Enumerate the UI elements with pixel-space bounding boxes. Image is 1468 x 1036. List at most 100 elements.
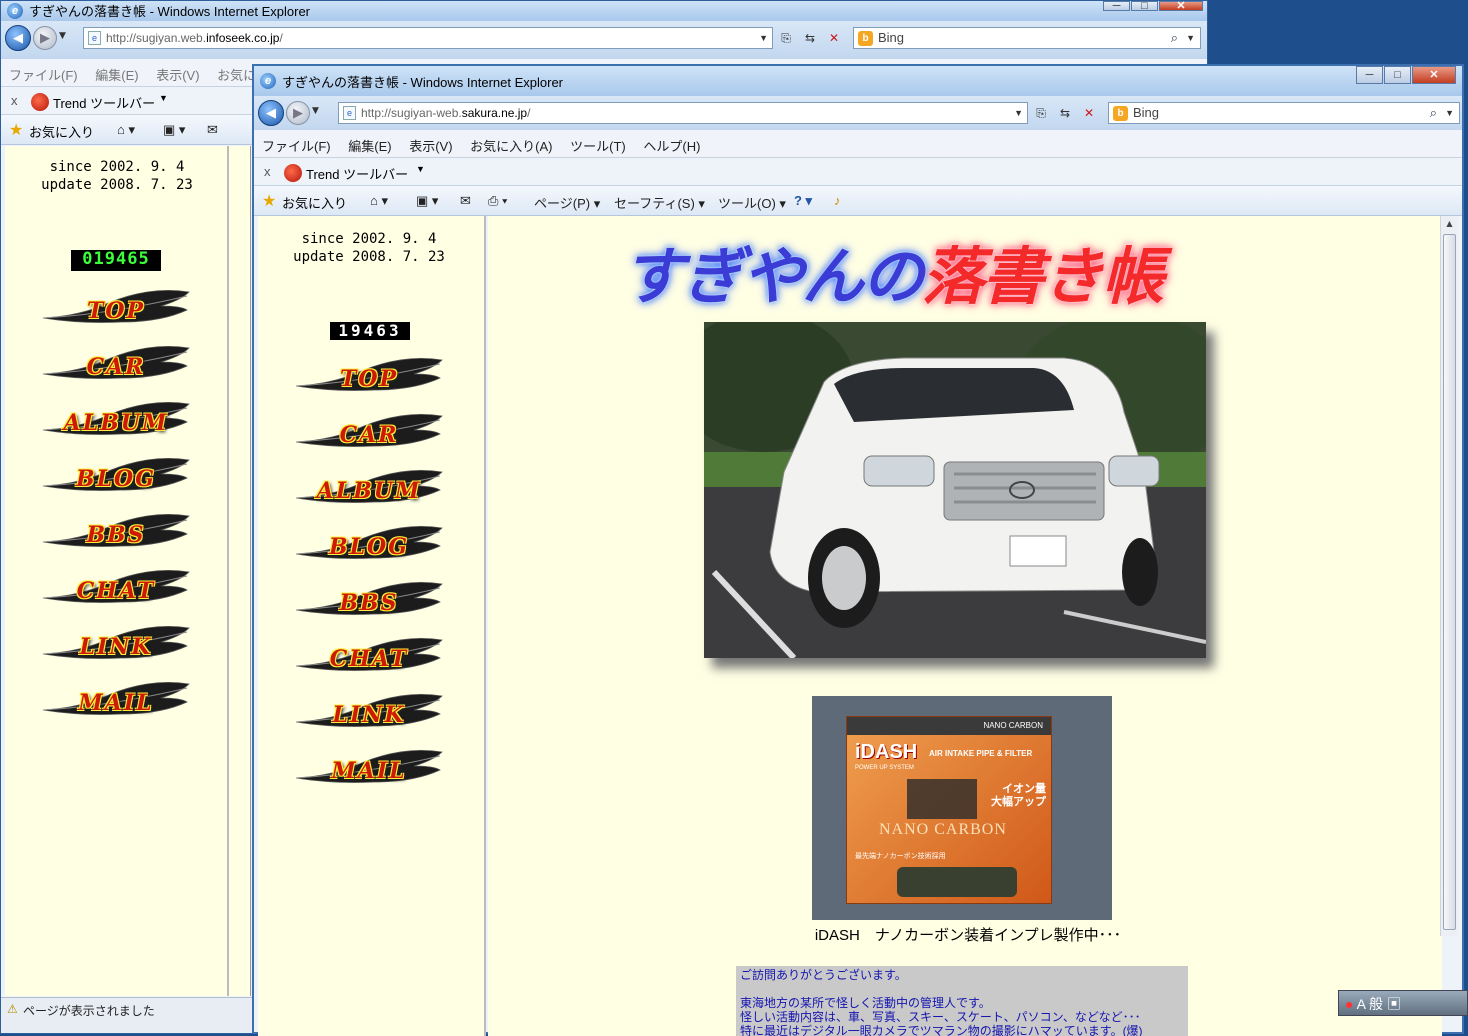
- page-menu-label: ページ(P): [534, 196, 591, 211]
- chevron-down-icon[interactable]: ▼: [312, 106, 319, 116]
- favorites-label[interactable]: お気に入り: [29, 122, 94, 141]
- star-icon[interactable]: ★: [262, 191, 276, 211]
- refresh-icon[interactable]: ⇆: [801, 29, 819, 47]
- safety-menu[interactable]: セーフティ(S) ▾: [614, 193, 705, 212]
- front-menu-bar: ファイル(F) 編集(E) 表示(V) お気に入り(A) ツール(T) ヘルプ(…: [254, 130, 1462, 158]
- stop-icon[interactable]: ✕: [825, 29, 843, 47]
- nav-button-label: BBS: [339, 590, 399, 616]
- rss-icon[interactable]: ▣ ▾: [163, 122, 185, 138]
- address-bar[interactable]: e http://sugiyan.web.infoseek.co.jp/ ▼: [83, 27, 773, 49]
- chevron-down-icon[interactable]: ▼: [59, 31, 66, 41]
- research-icon[interactable]: ♪: [834, 193, 841, 208]
- nav-button-car[interactable]: CAR: [41, 344, 191, 388]
- menu-favorites[interactable]: お気に入り(A): [470, 139, 552, 154]
- address-bar[interactable]: e http://sugiyan-web.sakura.ne.jp/ ▼: [338, 102, 1028, 124]
- product-tagline: AIR INTAKE PIPE & FILTER: [929, 749, 1033, 758]
- menu-file[interactable]: ファイル(F): [9, 68, 78, 83]
- site-title-red: 落書き帳: [922, 240, 1164, 313]
- close-button[interactable]: ✕: [1412, 66, 1456, 84]
- tray-icon[interactable]: ▣: [1387, 996, 1401, 1012]
- trend-toolbar-label[interactable]: Trend ツールバー: [53, 93, 155, 112]
- forward-arrow-icon[interactable]: ▶: [33, 26, 57, 50]
- product-name: iDASH: [855, 741, 918, 763]
- chevron-down-icon[interactable]: ▼: [159, 93, 168, 103]
- scroll-up-arrow[interactable]: ▲: [1441, 216, 1458, 232]
- nav-button-chat[interactable]: CHAT: [294, 636, 444, 680]
- minimize-button[interactable]: ─: [1356, 66, 1383, 84]
- nav-button-chat[interactable]: CHAT: [41, 568, 191, 612]
- visitor-counter: 19463: [330, 322, 410, 340]
- safety-menu-label: セーフティ(S): [614, 196, 695, 211]
- compat-view-icon[interactable]: ⎘: [777, 29, 795, 47]
- tools-menu[interactable]: ツール(O) ▾: [718, 193, 786, 212]
- menu-file[interactable]: ファイル(F): [262, 139, 331, 154]
- menu-edit[interactable]: 編集(E): [348, 139, 391, 154]
- scroll-thumb[interactable]: [1443, 234, 1456, 930]
- maximize-button[interactable]: □: [1384, 66, 1411, 84]
- nav-button-link[interactable]: LINK: [294, 692, 444, 736]
- nav-button-album[interactable]: ALBUM: [294, 468, 444, 512]
- nav-button-blog[interactable]: BLOG: [294, 524, 444, 568]
- mail-icon[interactable]: ✉: [207, 122, 218, 138]
- page-scrollbar[interactable]: ▲: [1440, 216, 1458, 936]
- chevron-down-icon[interactable]: ▼: [759, 28, 768, 48]
- refresh-icon[interactable]: ⇆: [1056, 104, 1074, 122]
- close-button[interactable]: ✕: [1159, 1, 1203, 12]
- back-title-bar[interactable]: e すぎやんの落書き帳 - Windows Internet Explorer …: [1, 1, 1207, 21]
- rss-icon[interactable]: ▣ ▾: [416, 193, 438, 209]
- nav-button-top[interactable]: TOP: [294, 356, 444, 400]
- nav-button-mail[interactable]: MAIL: [294, 748, 444, 792]
- product-bottom-text: 最先端ナノカーボン技術採用: [855, 853, 946, 860]
- ime-icon[interactable]: ●: [1345, 996, 1353, 1012]
- back-arrow-icon[interactable]: ◀: [258, 100, 284, 126]
- front-nav-bar: ◀ ▶ ▼ e http://sugiyan-web.sakura.ne.jp/…: [254, 96, 1462, 130]
- nav-button-car[interactable]: CAR: [294, 412, 444, 456]
- chevron-down-icon[interactable]: ▼: [1014, 103, 1023, 123]
- search-icon[interactable]: ⌕: [1171, 28, 1178, 48]
- star-icon[interactable]: ★: [9, 120, 23, 140]
- nav-button-bbs[interactable]: BBS: [294, 580, 444, 624]
- nav-button-top[interactable]: TOP: [41, 288, 191, 332]
- ime-mode[interactable]: A 般: [1357, 996, 1383, 1012]
- product-mid-text: NANO CARBON: [879, 821, 1007, 838]
- close-icon[interactable]: x: [11, 93, 18, 108]
- back-arrow-icon[interactable]: ◀: [5, 25, 31, 51]
- home-icon[interactable]: ⌂ ▾: [370, 193, 388, 209]
- chevron-down-icon[interactable]: ▼: [1445, 103, 1454, 123]
- nav-button-mail[interactable]: MAIL: [41, 680, 191, 724]
- search-icon[interactable]: ⌕: [1430, 103, 1437, 123]
- nav-button-album[interactable]: ALBUM: [41, 400, 191, 444]
- back-page-content: since 2002. 9. 4 update 2008. 7. 23 0194…: [5, 146, 251, 996]
- ime-tray[interactable]: ● A 般 ▣: [1338, 990, 1468, 1016]
- page-menu[interactable]: ページ(P) ▾: [534, 193, 600, 212]
- home-icon[interactable]: ⌂ ▾: [117, 122, 135, 138]
- help-icon[interactable]: ? ▾: [794, 193, 812, 209]
- greeting-line-5: 特に最近はデジタル一眼カメラでツマラン物の撮影にハマッています。(爆): [740, 1024, 1143, 1036]
- nav-button-blog[interactable]: BLOG: [41, 456, 191, 500]
- trend-toolbar-label[interactable]: Trend ツールバー: [306, 164, 408, 183]
- compat-view-icon[interactable]: ⎘: [1032, 104, 1050, 122]
- nav-button-link[interactable]: LINK: [41, 624, 191, 668]
- menu-help[interactable]: ヘルプ(H): [643, 139, 700, 154]
- chevron-down-icon[interactable]: ▼: [416, 164, 425, 174]
- maximize-button[interactable]: □: [1131, 1, 1158, 12]
- menu-view[interactable]: 表示(V): [156, 68, 199, 83]
- front-title-bar[interactable]: e すぎやんの落書き帳 - Windows Internet Explorer …: [254, 66, 1462, 96]
- close-icon[interactable]: x: [264, 164, 271, 179]
- search-box[interactable]: b Bing ⌕ ▼: [853, 27, 1201, 49]
- menu-edit[interactable]: 編集(E): [95, 68, 138, 83]
- nav-button-bbs[interactable]: BBS: [41, 512, 191, 556]
- forward-arrow-icon[interactable]: ▶: [286, 101, 310, 125]
- mail-icon[interactable]: ✉: [460, 193, 471, 209]
- product-badge-line2: 大幅アップ: [991, 796, 1046, 808]
- filter-hex-graphic: [907, 779, 977, 819]
- chevron-down-icon[interactable]: ▼: [1186, 28, 1195, 48]
- menu-view[interactable]: 表示(V): [409, 139, 452, 154]
- favorites-label[interactable]: お気に入り: [282, 193, 347, 212]
- search-box[interactable]: b Bing ⌕ ▼: [1108, 102, 1460, 124]
- print-icon[interactable]: ⎙ ▾: [488, 193, 507, 209]
- stop-icon[interactable]: ✕: [1080, 104, 1098, 122]
- menu-tools[interactable]: ツール(T): [570, 139, 626, 154]
- nav-button-label: BLOG: [75, 466, 156, 492]
- minimize-button[interactable]: ─: [1103, 1, 1130, 12]
